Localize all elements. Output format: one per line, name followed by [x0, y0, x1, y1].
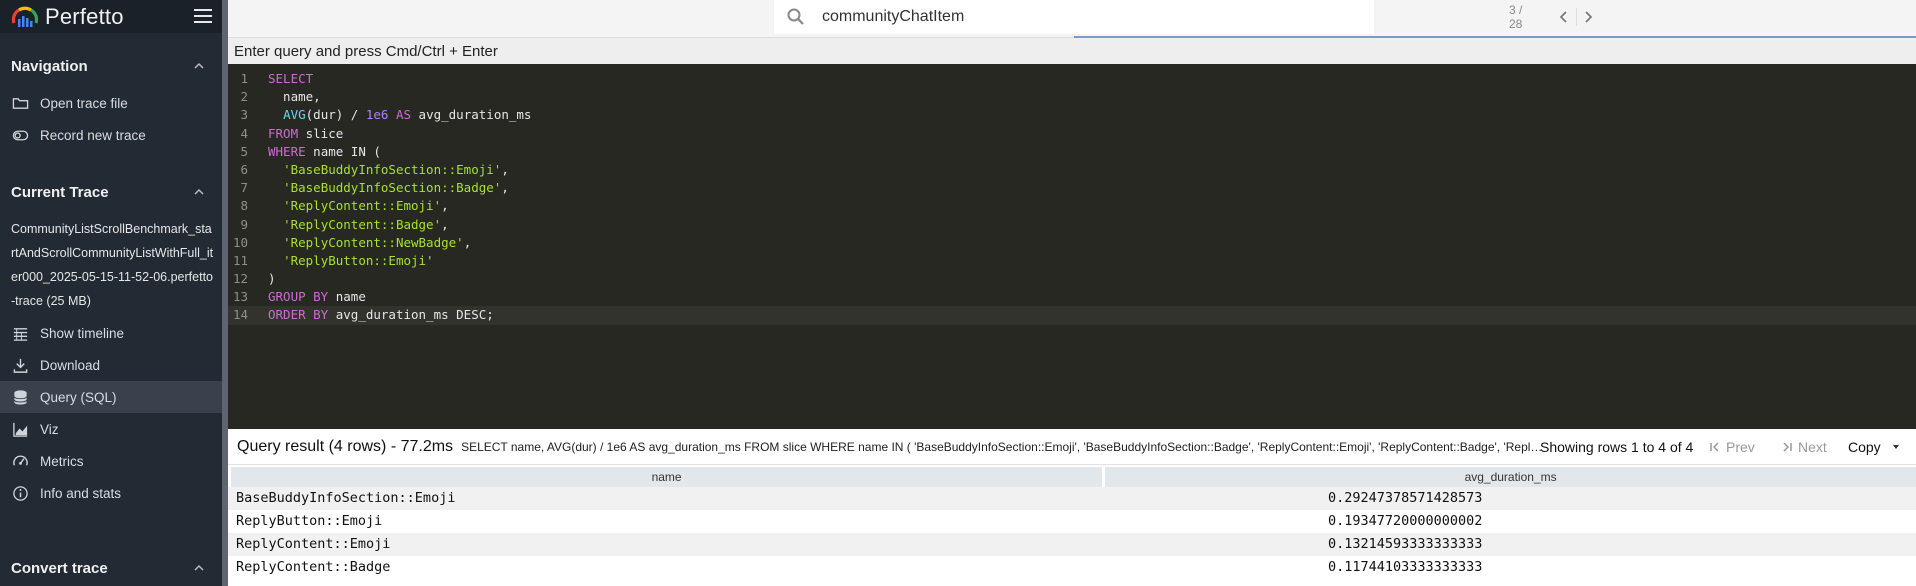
sidebar: Perfetto Navigation Open trace file Reco…: [0, 0, 222, 586]
code-line: 6 'BaseBuddyInfoSection::Emoji',: [240, 161, 509, 177]
sidebar-item-record-trace[interactable]: Record new trace: [0, 119, 222, 151]
cell-avg-duration: 0.19347720000000002: [1328, 513, 1483, 529]
table-row[interactable]: ReplyContent::Badge 0.11744103333333333: [228, 556, 1916, 579]
first-page-icon: [1710, 441, 1719, 452]
section-current-trace[interactable]: Current Trace: [0, 181, 222, 203]
cell-avg-duration: 0.11744103333333333: [1328, 559, 1483, 575]
loading-progress-bar: [1074, 36, 1916, 38]
code-line: 13 GROUP BY name: [232, 289, 366, 305]
query-result-sql: SELECT name, AVG(dur) / 1e6 AS avg_durat…: [461, 439, 1543, 454]
sidebar-item-query-sql[interactable]: Query (SQL): [0, 381, 222, 413]
sidebar-item-label: Open trace file: [40, 95, 128, 111]
timeline-icon: [13, 327, 28, 341]
last-page-icon: [1783, 441, 1792, 452]
cell-avg-duration: 0.29247378571428573: [1328, 490, 1483, 506]
chevron-up-icon: [194, 62, 204, 69]
code-line: 7 'BaseBuddyInfoSection::Badge',: [240, 180, 509, 196]
table-header: name avg_duration_ms: [228, 467, 1916, 487]
chevron-left-icon[interactable]: [1558, 10, 1570, 24]
table-body: BaseBuddyInfoSection::Emoji 0.2924737857…: [228, 487, 1916, 579]
result-table: name avg_duration_ms BaseBuddyInfoSectio…: [228, 467, 1916, 579]
query-result-title: Query result (4 rows) - 77.2ms: [237, 437, 454, 455]
trace-name: CommunityListScrollBenchmark_startAndScr…: [11, 222, 214, 308]
section-convert-trace-title: Convert trace: [11, 559, 108, 577]
perfetto-app: Perfetto Navigation Open trace file Reco…: [0, 0, 1916, 586]
column-header-name[interactable]: name: [231, 467, 1103, 487]
prev-button[interactable]: Prev: [1709, 439, 1755, 455]
sidebar-item-label: Info and stats: [40, 485, 122, 501]
sidebar-item-label: Query (SQL): [40, 389, 117, 405]
chevron-up-icon: [194, 188, 204, 195]
omnibox[interactable]: 3 / 28: [774, 0, 1593, 34]
database-icon: [13, 389, 28, 404]
menu-toggle-icon[interactable]: [194, 9, 212, 23]
cell-name: ReplyContent::Badge: [236, 559, 391, 575]
record-icon: [12, 130, 29, 140]
next-button[interactable]: Next: [1781, 439, 1827, 455]
code-line: 1 SELECT: [240, 71, 314, 86]
topbar: 3 / 28: [228, 0, 1916, 38]
search-input[interactable]: [822, 8, 1242, 26]
sidebar-item-viz[interactable]: Viz: [0, 413, 222, 445]
sidebar-header: Perfetto: [0, 0, 222, 33]
sidebar-item-show-timeline[interactable]: Show timeline: [0, 317, 222, 349]
code-line-current: 14 ORDER BY avg_duration_ms DESC;: [228, 306, 1916, 325]
sidebar-item-open-trace[interactable]: Open trace file: [0, 87, 222, 119]
sidebar-item-download[interactable]: Download: [0, 349, 222, 381]
code-line: 9 'ReplyContent::Badge',: [240, 216, 449, 232]
code-line: 11 'ReplyButton::Emoji': [232, 252, 434, 268]
cell-avg-duration: 0.13214593333333333: [1328, 536, 1483, 552]
brand-name: Perfetto: [45, 3, 124, 29]
section-current-trace-title: Current Trace: [11, 183, 109, 201]
code-line: 8 'ReplyContent::Emoji',: [240, 198, 449, 214]
download-icon: [13, 358, 28, 373]
search-icon: [787, 8, 804, 25]
table-row[interactable]: ReplyContent::Emoji 0.13214593333333333: [228, 533, 1916, 556]
section-navigation-title: Navigation: [11, 57, 88, 75]
sidebar-item-label: Download: [40, 357, 101, 373]
sidebar-item-metrics[interactable]: Metrics: [0, 445, 222, 477]
code-line: 3 AVG (dur) / 1e6 AS avg_duration_ms: [240, 107, 532, 123]
sidebar-item-label: Viz: [40, 421, 59, 437]
chevron-right-icon[interactable]: [1582, 10, 1594, 24]
code-line: 10 'ReplyContent::NewBadge',: [232, 234, 472, 250]
table-row[interactable]: ReplyButton::Emoji 0.19347720000000002: [228, 510, 1916, 533]
copy-button[interactable]: Copy: [1848, 439, 1901, 455]
query-result-header: Query result (4 rows) - 77.2ms SELECT na…: [228, 429, 1916, 465]
editor-label: Enter query and press Cmd/Ctrl + Enter: [228, 38, 1916, 64]
sidebar-item-info-stats[interactable]: Info and stats: [0, 477, 222, 509]
table-row[interactable]: BaseBuddyInfoSection::Emoji 0.2924737857…: [228, 487, 1916, 510]
rows-showing-label: Showing rows 1 to 4 of 4: [1540, 438, 1694, 455]
code-line: 12): [232, 271, 276, 287]
caret-down-icon: [1892, 444, 1899, 449]
search-match-counter: 3 / 28: [1509, 3, 1523, 31]
code-line: 2 name,: [240, 89, 321, 105]
section-convert-trace[interactable]: Convert trace: [0, 557, 222, 579]
perfetto-logo-icon: [11, 6, 39, 27]
column-header-avg-duration[interactable]: avg_duration_ms: [1105, 467, 1916, 487]
gauge-icon: [13, 455, 28, 466]
chevron-up-icon: [194, 564, 204, 571]
code-line: 4 FROM slice: [240, 125, 344, 141]
info-icon: [13, 485, 28, 501]
main-area: 3 / 28 Enter query and press Cmd/Ctrl + …: [228, 0, 1916, 586]
chart-icon: [13, 422, 28, 437]
sidebar-item-label: Record new trace: [40, 127, 146, 143]
sql-editor[interactable]: 1 SELECT 2 name, 3 AVG (dur) / 1e6 AS avg_…: [228, 64, 1916, 429]
cell-name: ReplyButton::Emoji: [236, 513, 383, 529]
section-navigation[interactable]: Navigation: [0, 55, 222, 77]
sidebar-item-label: Metrics: [40, 453, 84, 469]
folder-icon: [12, 97, 29, 109]
cell-name: BaseBuddyInfoSection::Emoji: [236, 490, 456, 506]
sidebar-item-label: Show timeline: [40, 325, 125, 341]
code-line: 5 WHERE name IN (: [240, 143, 381, 159]
cell-name: ReplyContent::Emoji: [236, 536, 391, 552]
